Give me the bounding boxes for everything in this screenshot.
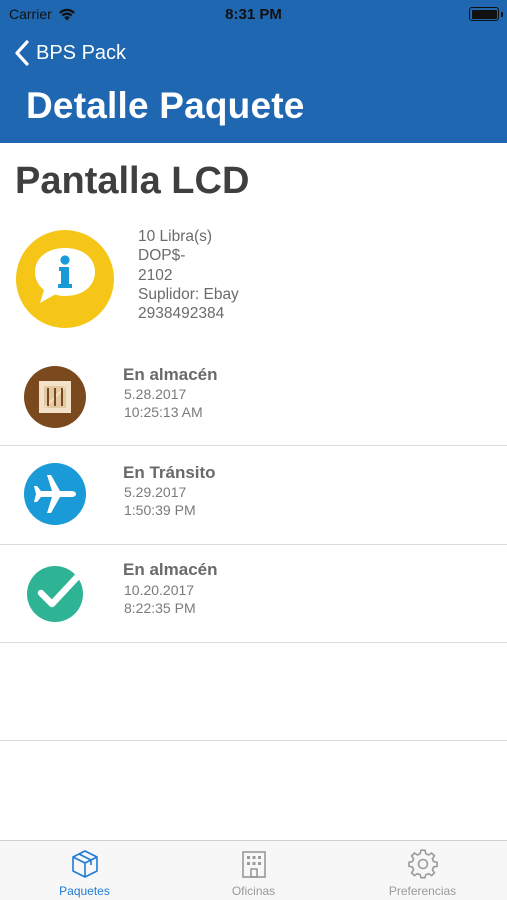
- checkmark-icon: [27, 566, 83, 622]
- package-price: DOP$-: [138, 247, 186, 265]
- tab-paquetes[interactable]: Paquetes: [0, 841, 169, 900]
- package-supplier: Suplidor: Ebay: [138, 285, 239, 303]
- package-name: Pantalla LCD: [15, 160, 250, 202]
- package-weight: 10 Libra(s): [138, 228, 213, 245]
- event-time: 8:22:35 PM: [124, 600, 196, 616]
- package-details: 10 Libra(s) DOP$- 2102 Suplidor: Ebay 29…: [138, 227, 239, 323]
- tracking-event[interactable]: En almacén 5.28.2017 10:25:13 AM: [0, 348, 507, 446]
- back-button[interactable]: BPS Pack: [14, 38, 126, 68]
- building-icon: [242, 851, 266, 878]
- status-time: 8:31 PM: [225, 6, 282, 23]
- tab-preferencias[interactable]: Preferencias: [338, 841, 507, 900]
- tab-label: Paquetes: [59, 884, 110, 898]
- event-time: 10:25:13 AM: [124, 404, 203, 420]
- tab-oficinas[interactable]: Oficinas: [169, 841, 338, 900]
- status-bar: Carrier 8:31 PM: [0, 0, 507, 28]
- package-tracking-number: 2938492384: [138, 305, 225, 323]
- tab-label: Preferencias: [388, 884, 457, 898]
- event-date: 5.29.2017: [124, 484, 187, 500]
- gear-icon: [408, 849, 438, 879]
- tracking-event[interactable]: En almacén 10.20.2017 8:22:35 PM: [0, 545, 507, 643]
- event-date: 10.20.2017: [124, 582, 195, 598]
- package-code: 2102: [138, 266, 173, 284]
- event-date: 5.28.2017: [124, 386, 187, 402]
- event-time: 1:50:39 PM: [124, 502, 196, 518]
- info-speech-bubble-icon: [16, 230, 114, 328]
- event-status: En Tránsito: [123, 463, 216, 482]
- navigation-header: Carrier 8:31 PM BPS Pack Detalle Paquete: [0, 0, 507, 143]
- event-status: En almacén: [123, 560, 218, 579]
- event-status: En almacén: [123, 365, 218, 384]
- airplane-icon: [24, 463, 86, 525]
- page-title: Detalle Paquete: [26, 85, 305, 126]
- box-icon: [72, 850, 98, 878]
- tracking-event[interactable]: En Tránsito 5.29.2017 1:50:39 PM: [0, 447, 507, 545]
- chevron-left-icon: [15, 40, 29, 66]
- crate-icon: [24, 366, 86, 428]
- empty-list-row: [0, 643, 507, 741]
- back-button-label: BPS Pack: [36, 41, 127, 64]
- battery-icon: [469, 7, 503, 21]
- tab-bar: Paquetes Oficinas Preferencias: [0, 840, 507, 900]
- tab-label: Oficinas: [231, 884, 276, 898]
